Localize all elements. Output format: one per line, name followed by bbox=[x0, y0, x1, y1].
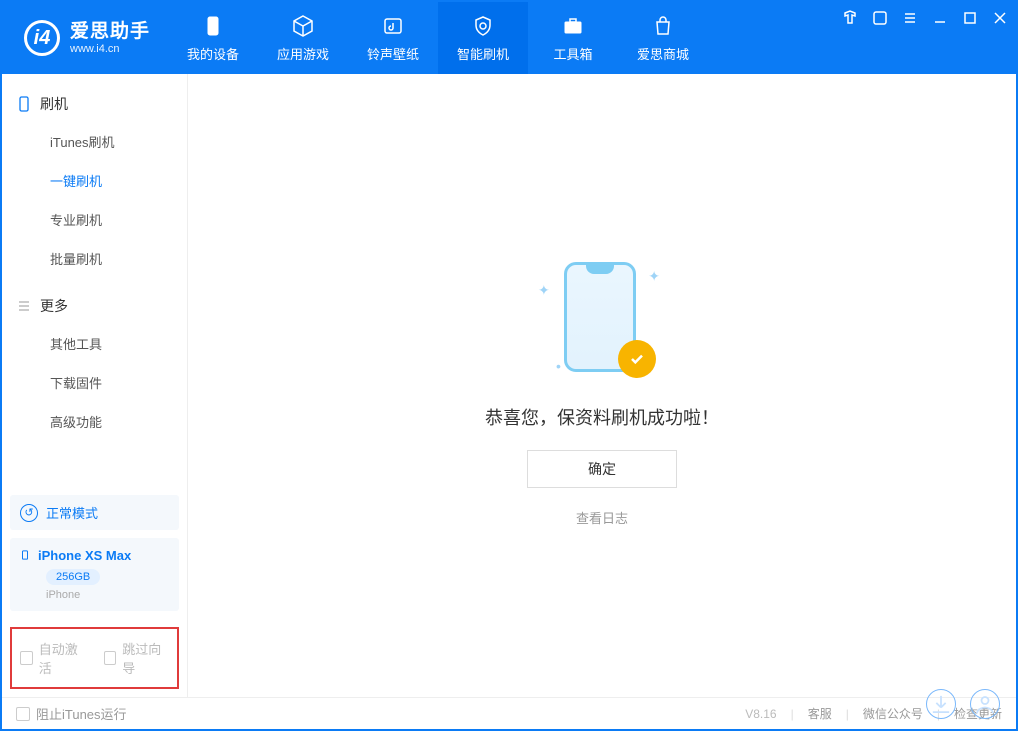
sparkle-icon: ✦ bbox=[648, 268, 660, 285]
device-type: iPhone bbox=[46, 589, 169, 601]
phone-icon bbox=[201, 14, 225, 38]
success-check-icon bbox=[618, 340, 656, 378]
success-message: 恭喜您，保资料刷机成功啦！ bbox=[485, 404, 719, 430]
mode-card[interactable]: ↺ 正常模式 bbox=[10, 495, 179, 530]
cube-icon bbox=[291, 14, 315, 38]
highlighted-options: 自动激活 跳过向导 bbox=[10, 627, 179, 689]
statusbar: 阻止iTunes运行 V8.16 | 客服 | 微信公众号 | 检查更新 bbox=[2, 697, 1016, 729]
sidebar: 刷机 iTunes刷机 一键刷机 专业刷机 批量刷机 更多 其他工具 下载固件 … bbox=[2, 74, 188, 697]
device-storage: 256GB bbox=[46, 569, 100, 585]
tab-label: 我的设备 bbox=[187, 44, 239, 63]
device-name: iPhone XS Max bbox=[38, 548, 131, 563]
nav-pro-flash[interactable]: 专业刷机 bbox=[2, 200, 187, 239]
tab-label: 铃声壁纸 bbox=[367, 44, 419, 63]
tab-label: 应用游戏 bbox=[277, 44, 329, 63]
link-support[interactable]: 客服 bbox=[808, 705, 832, 722]
shield-refresh-icon bbox=[471, 14, 495, 38]
ok-button[interactable]: 确定 bbox=[527, 450, 677, 488]
bag-icon bbox=[651, 14, 675, 38]
tab-label: 工具箱 bbox=[554, 44, 593, 63]
side-cards: ↺ 正常模式 iPhone XS Max 256GB iPhone bbox=[2, 495, 187, 619]
nav-batch-flash[interactable]: 批量刷机 bbox=[2, 239, 187, 278]
nav-one-click-flash[interactable]: 一键刷机 bbox=[2, 161, 187, 200]
group-flash: 刷机 bbox=[2, 86, 187, 122]
menu-icon[interactable] bbox=[902, 10, 918, 26]
logo: i4 爱思助手 www.i4.cn bbox=[2, 2, 168, 74]
sparkle-icon: ✦ bbox=[538, 282, 550, 299]
tab-label: 智能刷机 bbox=[457, 44, 509, 63]
download-button[interactable] bbox=[926, 689, 956, 719]
group-title: 刷机 bbox=[40, 94, 68, 114]
main-tabs: 我的设备 应用游戏 铃声壁纸 智能刷机 工具箱 爱思商城 bbox=[168, 2, 708, 74]
view-log-link[interactable]: 查看日志 bbox=[576, 508, 628, 527]
tab-store[interactable]: 爱思商城 bbox=[618, 2, 708, 74]
checkbox-skip-guide[interactable]: 跳过向导 bbox=[104, 639, 170, 677]
logo-icon: i4 bbox=[24, 20, 60, 56]
device-card[interactable]: iPhone XS Max 256GB iPhone bbox=[10, 538, 179, 611]
titlebar: i4 爱思助手 www.i4.cn 我的设备 应用游戏 铃声壁纸 智能刷机 bbox=[2, 2, 1016, 74]
nav: 刷机 iTunes刷机 一键刷机 专业刷机 批量刷机 更多 其他工具 下载固件 … bbox=[2, 74, 187, 495]
main-content: ✦ ✦ • 恭喜您，保资料刷机成功啦！ 确定 查看日志 bbox=[188, 74, 1016, 697]
app-window: i4 爱思助手 www.i4.cn 我的设备 应用游戏 铃声壁纸 智能刷机 bbox=[0, 0, 1018, 731]
group-more: 更多 bbox=[2, 288, 187, 324]
checkbox-block-itunes[interactable]: 阻止iTunes运行 bbox=[16, 704, 127, 723]
tab-my-device[interactable]: 我的设备 bbox=[168, 2, 258, 74]
nav-other-tools[interactable]: 其他工具 bbox=[2, 324, 187, 363]
group-title: 更多 bbox=[40, 296, 68, 316]
mode-label: 正常模式 bbox=[46, 503, 98, 522]
tab-apps-games[interactable]: 应用游戏 bbox=[258, 2, 348, 74]
user-button[interactable] bbox=[970, 689, 1000, 719]
app-url: www.i4.cn bbox=[70, 43, 150, 56]
sparkle-icon: • bbox=[556, 358, 561, 374]
device-icon bbox=[20, 548, 30, 563]
app-name: 爱思助手 bbox=[70, 21, 150, 43]
tab-label: 爱思商城 bbox=[637, 44, 689, 63]
maximize-icon[interactable] bbox=[962, 10, 978, 26]
nav-itunes-flash[interactable]: iTunes刷机 bbox=[2, 122, 187, 161]
mode-icon: ↺ bbox=[20, 504, 38, 522]
link-wechat[interactable]: 微信公众号 bbox=[863, 705, 923, 722]
close-icon[interactable] bbox=[992, 10, 1008, 26]
list-icon bbox=[16, 298, 32, 314]
tab-toolbox[interactable]: 工具箱 bbox=[528, 2, 618, 74]
minimize-icon[interactable] bbox=[932, 10, 948, 26]
tab-smart-flash[interactable]: 智能刷机 bbox=[438, 2, 528, 74]
feedback-icon[interactable] bbox=[872, 10, 888, 26]
nav-download-firmware[interactable]: 下载固件 bbox=[2, 363, 187, 402]
checkbox-auto-activate[interactable]: 自动激活 bbox=[20, 639, 86, 677]
body: 刷机 iTunes刷机 一键刷机 专业刷机 批量刷机 更多 其他工具 下载固件 … bbox=[2, 74, 1016, 697]
checkbox-label: 阻止iTunes运行 bbox=[36, 704, 127, 723]
success-illustration: ✦ ✦ • bbox=[532, 244, 672, 384]
phone-outline-icon bbox=[16, 96, 32, 112]
header-right-buttons bbox=[926, 689, 1000, 719]
checkbox-label: 跳过向导 bbox=[122, 639, 169, 677]
tab-ringtones-wallpapers[interactable]: 铃声壁纸 bbox=[348, 2, 438, 74]
briefcase-icon bbox=[561, 14, 585, 38]
checkbox-label: 自动激活 bbox=[39, 639, 86, 677]
version-label: V8.16 bbox=[745, 707, 776, 721]
note-folder-icon bbox=[381, 14, 405, 38]
window-controls bbox=[842, 10, 1008, 26]
skin-icon[interactable] bbox=[842, 10, 858, 26]
nav-advanced[interactable]: 高级功能 bbox=[2, 402, 187, 441]
